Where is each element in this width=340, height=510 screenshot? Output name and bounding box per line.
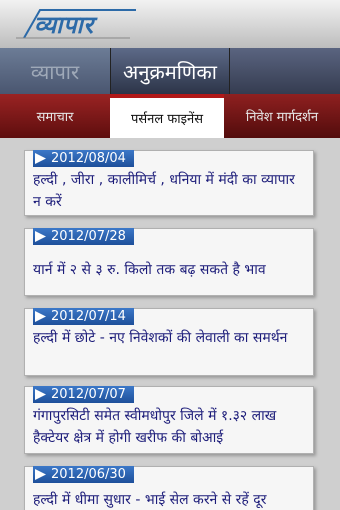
tab-personal-finance[interactable]: पर्सनल फाइनेंस [110,94,224,138]
list-item[interactable]: 2012/06/30 हल्दी में धीमा सुधार - भाई से… [24,466,314,510]
article-title[interactable]: हल्दी , जीरा , कालीमिर्च , धनिया में मंद… [33,169,303,213]
article-date: 2012/08/04 [33,150,134,167]
logo-text: व्यापार [34,11,94,39]
article-date: 2012/07/28 [33,228,134,245]
list-item[interactable]: 2012/07/07 गंगापुरसिटी समेत स्वीमधोपुर ज… [24,386,314,454]
app-logo: व्यापार [10,6,138,40]
article-date: 2012/06/30 [33,466,134,483]
app-header: व्यापार [0,0,340,48]
tab-investment-guide[interactable]: निवेश मार्गदर्शन [224,94,340,138]
article-title[interactable]: हल्दी में धीमा सुधार - भाई सेल करने से र… [33,489,303,510]
list-item[interactable]: 2012/07/14 हल्दी में छोटे - नए निवेशकों … [24,308,314,376]
tab-vyapar[interactable]: व्यापार [0,48,110,94]
list-item[interactable]: 2012/08/04 हल्दी , जीरा , कालीमिर्च , धन… [24,150,314,216]
main-tab-bar: व्यापार अनुक्रमणिका [0,48,340,94]
article-title[interactable]: गंगापुरसिटी समेत स्वीमधोपुर जिले में १.३… [33,405,303,449]
article-list: 2012/08/04 हल्दी , जीरा , कालीमिर्च , धन… [0,138,340,510]
article-title[interactable]: यार्न में २ से ३ रु. किलो तक बढ़ सकते है… [33,259,303,281]
list-item[interactable]: 2012/07/28 यार्न में २ से ३ रु. किलो तक … [24,228,314,296]
sub-tab-bar: समाचार पर्सनल फाइनेंस निवेश मार्गदर्शन [0,94,340,138]
article-date: 2012/07/07 [33,386,134,403]
tab-news[interactable]: समाचार [0,94,110,138]
tab-third[interactable] [230,48,340,94]
article-date: 2012/07/14 [33,308,134,325]
tab-index[interactable]: अनुक्रमणिका [110,48,230,94]
article-title[interactable]: हल्दी में छोटे - नए निवेशकों की लेवाली क… [33,327,303,349]
